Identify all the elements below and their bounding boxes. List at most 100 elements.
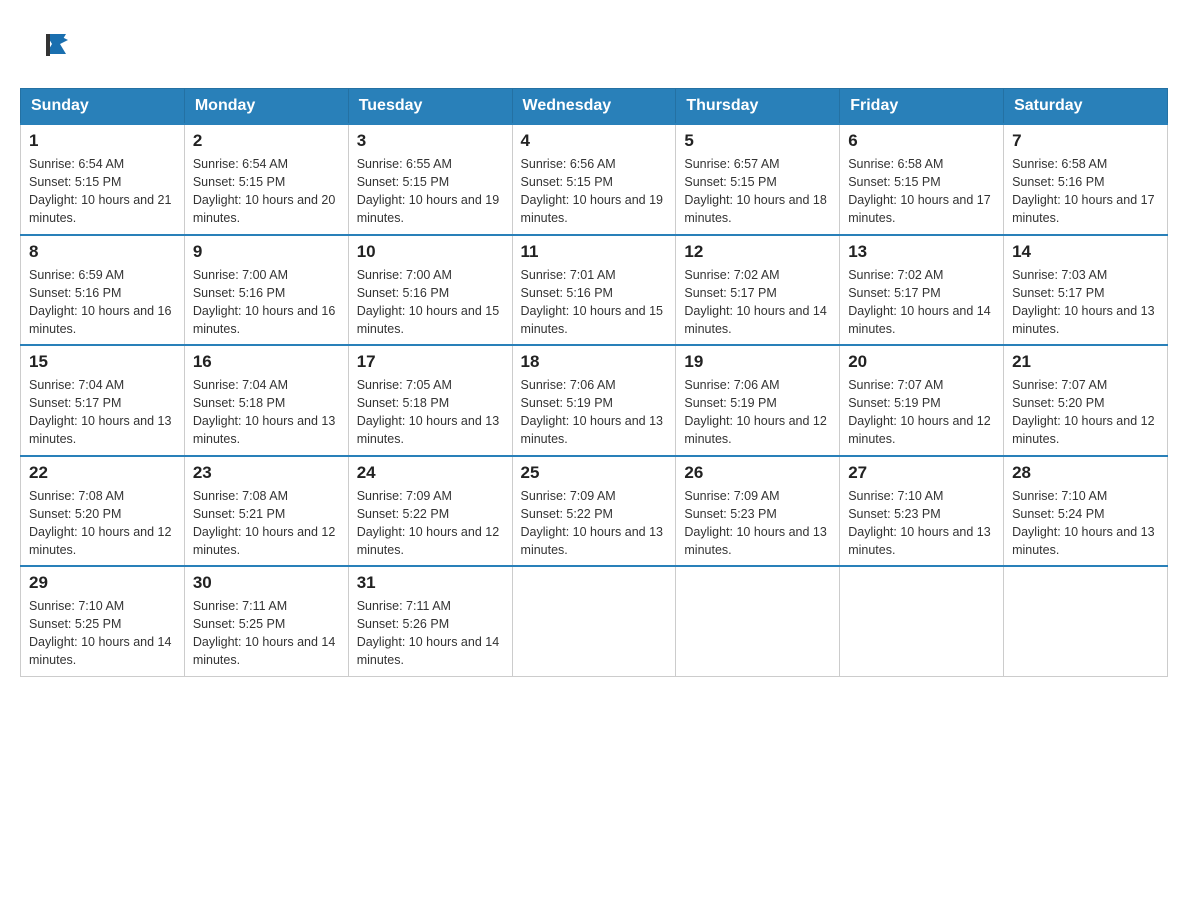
weekday-header-row: SundayMondayTuesdayWednesdayThursdayFrid…	[21, 89, 1168, 125]
calendar-cell: 14 Sunrise: 7:03 AM Sunset: 5:17 PM Dayl…	[1004, 235, 1168, 346]
day-number: 9	[193, 242, 340, 262]
calendar-cell: 1 Sunrise: 6:54 AM Sunset: 5:15 PM Dayli…	[21, 124, 185, 235]
weekday-header-saturday: Saturday	[1004, 89, 1168, 125]
calendar-cell: 10 Sunrise: 7:00 AM Sunset: 5:16 PM Dayl…	[348, 235, 512, 346]
day-info: Sunrise: 6:56 AM Sunset: 5:15 PM Dayligh…	[521, 155, 668, 228]
week-row-1: 1 Sunrise: 6:54 AM Sunset: 5:15 PM Dayli…	[21, 124, 1168, 235]
day-info: Sunrise: 7:07 AM Sunset: 5:20 PM Dayligh…	[1012, 376, 1159, 449]
day-number: 22	[29, 463, 176, 483]
weekday-header-sunday: Sunday	[21, 89, 185, 125]
day-info: Sunrise: 7:02 AM Sunset: 5:17 PM Dayligh…	[848, 266, 995, 339]
calendar-cell: 28 Sunrise: 7:10 AM Sunset: 5:24 PM Dayl…	[1004, 456, 1168, 567]
day-number: 13	[848, 242, 995, 262]
calendar-cell: 17 Sunrise: 7:05 AM Sunset: 5:18 PM Dayl…	[348, 345, 512, 456]
calendar-cell: 5 Sunrise: 6:57 AM Sunset: 5:15 PM Dayli…	[676, 124, 840, 235]
weekday-header-wednesday: Wednesday	[512, 89, 676, 125]
calendar-cell: 12 Sunrise: 7:02 AM Sunset: 5:17 PM Dayl…	[676, 235, 840, 346]
day-number: 6	[848, 131, 995, 151]
week-row-2: 8 Sunrise: 6:59 AM Sunset: 5:16 PM Dayli…	[21, 235, 1168, 346]
day-info: Sunrise: 7:09 AM Sunset: 5:22 PM Dayligh…	[357, 487, 504, 560]
weekday-header-friday: Friday	[840, 89, 1004, 125]
calendar-cell	[1004, 566, 1168, 676]
day-info: Sunrise: 6:58 AM Sunset: 5:15 PM Dayligh…	[848, 155, 995, 228]
day-info: Sunrise: 7:05 AM Sunset: 5:18 PM Dayligh…	[357, 376, 504, 449]
day-number: 2	[193, 131, 340, 151]
logo-flag-icon	[42, 30, 70, 58]
day-number: 4	[521, 131, 668, 151]
day-number: 19	[684, 352, 831, 372]
day-info: Sunrise: 7:00 AM Sunset: 5:16 PM Dayligh…	[357, 266, 504, 339]
day-info: Sunrise: 7:08 AM Sunset: 5:21 PM Dayligh…	[193, 487, 340, 560]
day-info: Sunrise: 7:08 AM Sunset: 5:20 PM Dayligh…	[29, 487, 176, 560]
day-number: 31	[357, 573, 504, 593]
calendar-table: SundayMondayTuesdayWednesdayThursdayFrid…	[20, 88, 1168, 677]
calendar-cell: 15 Sunrise: 7:04 AM Sunset: 5:17 PM Dayl…	[21, 345, 185, 456]
day-info: Sunrise: 7:11 AM Sunset: 5:25 PM Dayligh…	[193, 597, 340, 670]
day-info: Sunrise: 7:06 AM Sunset: 5:19 PM Dayligh…	[684, 376, 831, 449]
calendar-cell: 27 Sunrise: 7:10 AM Sunset: 5:23 PM Dayl…	[840, 456, 1004, 567]
calendar-cell: 19 Sunrise: 7:06 AM Sunset: 5:19 PM Dayl…	[676, 345, 840, 456]
day-number: 28	[1012, 463, 1159, 483]
week-row-3: 15 Sunrise: 7:04 AM Sunset: 5:17 PM Dayl…	[21, 345, 1168, 456]
calendar-cell: 20 Sunrise: 7:07 AM Sunset: 5:19 PM Dayl…	[840, 345, 1004, 456]
calendar-cell: 21 Sunrise: 7:07 AM Sunset: 5:20 PM Dayl…	[1004, 345, 1168, 456]
logo	[40, 30, 70, 58]
calendar-cell: 3 Sunrise: 6:55 AM Sunset: 5:15 PM Dayli…	[348, 124, 512, 235]
day-number: 14	[1012, 242, 1159, 262]
day-info: Sunrise: 7:10 AM Sunset: 5:23 PM Dayligh…	[848, 487, 995, 560]
day-number: 16	[193, 352, 340, 372]
day-number: 3	[357, 131, 504, 151]
day-info: Sunrise: 7:09 AM Sunset: 5:23 PM Dayligh…	[684, 487, 831, 560]
day-info: Sunrise: 6:55 AM Sunset: 5:15 PM Dayligh…	[357, 155, 504, 228]
calendar-cell: 2 Sunrise: 6:54 AM Sunset: 5:15 PM Dayli…	[184, 124, 348, 235]
day-number: 5	[684, 131, 831, 151]
calendar-cell: 11 Sunrise: 7:01 AM Sunset: 5:16 PM Dayl…	[512, 235, 676, 346]
calendar-cell	[840, 566, 1004, 676]
calendar-cell: 18 Sunrise: 7:06 AM Sunset: 5:19 PM Dayl…	[512, 345, 676, 456]
day-number: 27	[848, 463, 995, 483]
calendar-cell: 23 Sunrise: 7:08 AM Sunset: 5:21 PM Dayl…	[184, 456, 348, 567]
week-row-4: 22 Sunrise: 7:08 AM Sunset: 5:20 PM Dayl…	[21, 456, 1168, 567]
calendar-cell: 6 Sunrise: 6:58 AM Sunset: 5:15 PM Dayli…	[840, 124, 1004, 235]
day-info: Sunrise: 6:59 AM Sunset: 5:16 PM Dayligh…	[29, 266, 176, 339]
calendar-cell	[512, 566, 676, 676]
weekday-header-monday: Monday	[184, 89, 348, 125]
calendar-cell: 9 Sunrise: 7:00 AM Sunset: 5:16 PM Dayli…	[184, 235, 348, 346]
day-info: Sunrise: 7:04 AM Sunset: 5:18 PM Dayligh…	[193, 376, 340, 449]
day-info: Sunrise: 7:03 AM Sunset: 5:17 PM Dayligh…	[1012, 266, 1159, 339]
calendar-cell: 25 Sunrise: 7:09 AM Sunset: 5:22 PM Dayl…	[512, 456, 676, 567]
calendar-cell: 31 Sunrise: 7:11 AM Sunset: 5:26 PM Dayl…	[348, 566, 512, 676]
day-number: 25	[521, 463, 668, 483]
day-info: Sunrise: 7:07 AM Sunset: 5:19 PM Dayligh…	[848, 376, 995, 449]
day-number: 8	[29, 242, 176, 262]
day-info: Sunrise: 6:57 AM Sunset: 5:15 PM Dayligh…	[684, 155, 831, 228]
day-number: 12	[684, 242, 831, 262]
day-info: Sunrise: 7:10 AM Sunset: 5:25 PM Dayligh…	[29, 597, 176, 670]
day-number: 20	[848, 352, 995, 372]
day-number: 7	[1012, 131, 1159, 151]
page-header	[20, 20, 1168, 68]
weekday-header-tuesday: Tuesday	[348, 89, 512, 125]
calendar-cell: 26 Sunrise: 7:09 AM Sunset: 5:23 PM Dayl…	[676, 456, 840, 567]
calendar-cell: 7 Sunrise: 6:58 AM Sunset: 5:16 PM Dayli…	[1004, 124, 1168, 235]
day-info: Sunrise: 7:00 AM Sunset: 5:16 PM Dayligh…	[193, 266, 340, 339]
calendar-cell: 16 Sunrise: 7:04 AM Sunset: 5:18 PM Dayl…	[184, 345, 348, 456]
day-number: 30	[193, 573, 340, 593]
day-info: Sunrise: 6:54 AM Sunset: 5:15 PM Dayligh…	[193, 155, 340, 228]
day-number: 21	[1012, 352, 1159, 372]
calendar-cell: 30 Sunrise: 7:11 AM Sunset: 5:25 PM Dayl…	[184, 566, 348, 676]
day-number: 15	[29, 352, 176, 372]
day-info: Sunrise: 7:02 AM Sunset: 5:17 PM Dayligh…	[684, 266, 831, 339]
day-number: 17	[357, 352, 504, 372]
day-number: 1	[29, 131, 176, 151]
day-info: Sunrise: 7:04 AM Sunset: 5:17 PM Dayligh…	[29, 376, 176, 449]
day-info: Sunrise: 7:10 AM Sunset: 5:24 PM Dayligh…	[1012, 487, 1159, 560]
day-info: Sunrise: 7:11 AM Sunset: 5:26 PM Dayligh…	[357, 597, 504, 670]
calendar-cell: 24 Sunrise: 7:09 AM Sunset: 5:22 PM Dayl…	[348, 456, 512, 567]
day-number: 24	[357, 463, 504, 483]
calendar-cell: 8 Sunrise: 6:59 AM Sunset: 5:16 PM Dayli…	[21, 235, 185, 346]
day-number: 18	[521, 352, 668, 372]
calendar-cell: 22 Sunrise: 7:08 AM Sunset: 5:20 PM Dayl…	[21, 456, 185, 567]
day-number: 23	[193, 463, 340, 483]
day-number: 26	[684, 463, 831, 483]
